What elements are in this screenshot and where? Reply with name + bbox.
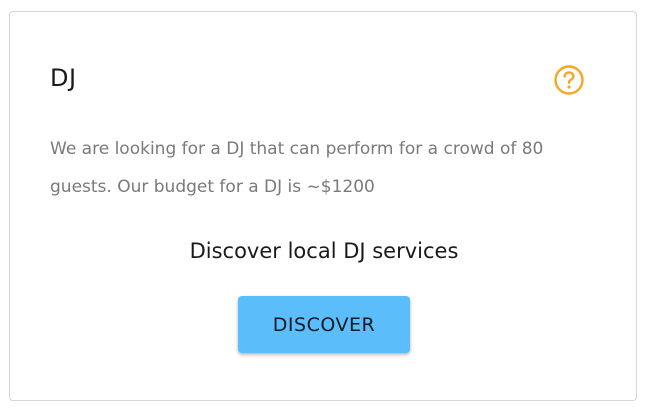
help-question-icon[interactable] bbox=[553, 64, 585, 96]
card-title: DJ bbox=[50, 64, 77, 92]
discover-button[interactable]: DISCOVER bbox=[238, 296, 410, 353]
discover-prompt: Discover local DJ services bbox=[189, 239, 459, 263]
card-description: We are looking for a DJ that can perform… bbox=[50, 139, 544, 197]
